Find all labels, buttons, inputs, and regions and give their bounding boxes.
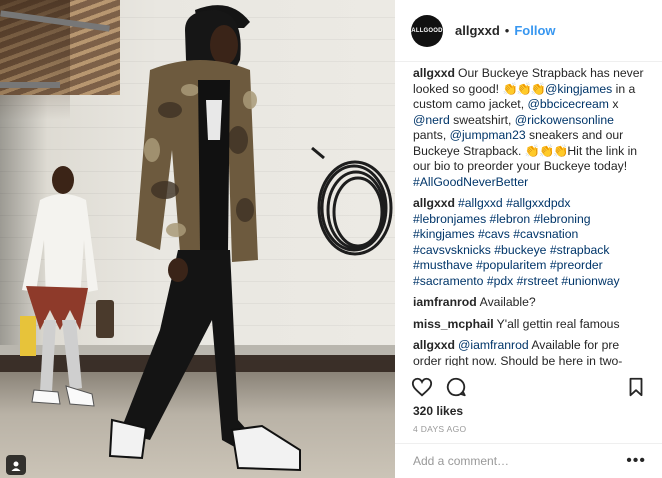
comment-item: iamfranrod Available? xyxy=(413,295,646,311)
tagged-people-icon[interactable] xyxy=(6,455,26,475)
more-options-icon[interactable]: ••• xyxy=(626,453,646,469)
person-tag-icon xyxy=(11,461,21,471)
comment-mention-or-hashtag[interactable]: @bbcicecream xyxy=(527,97,608,111)
clapping-emoji: 👏👏👏 xyxy=(502,81,546,96)
comment-item: miss_mcphail Y'all gettin real famous xyxy=(413,317,646,333)
comment-mention-or-hashtag[interactable]: #AllGoodNeverBetter xyxy=(413,175,528,189)
comment-mention-or-hashtag[interactable]: @kingjames xyxy=(545,82,612,96)
comment-username[interactable]: allgxxd xyxy=(413,66,455,80)
comment-icon[interactable] xyxy=(445,376,467,398)
comment-username[interactable]: miss_mcphail xyxy=(413,317,494,331)
clapping-emoji: 👏👏👏 xyxy=(524,143,569,158)
comment-username[interactable]: iamfranrod xyxy=(413,295,477,309)
bookmark-icon[interactable] xyxy=(625,376,647,398)
comment-mention-or-hashtag[interactable]: @jumpman23 xyxy=(450,128,526,142)
post-photo[interactable] xyxy=(0,0,395,478)
post-timestamp[interactable]: 4 DAYS AGO xyxy=(413,424,466,434)
comment-text: Y'all gettin real famous xyxy=(496,316,620,331)
like-count[interactable]: 320 likes xyxy=(413,404,463,418)
action-bar xyxy=(395,372,662,404)
follow-button[interactable]: Follow xyxy=(514,23,555,38)
comment-text: pants, xyxy=(413,128,450,142)
header-separator: • xyxy=(504,23,510,38)
photo-people xyxy=(22,5,301,472)
comment-username[interactable]: allgxxd xyxy=(413,196,455,210)
author-avatar[interactable]: ALLGOOD xyxy=(411,14,443,47)
comment-text: x xyxy=(608,97,619,111)
add-comment-bar: ••• xyxy=(395,443,662,478)
photo-person-background xyxy=(22,166,114,407)
comment-mention-or-hashtag[interactable]: @nerd xyxy=(413,113,450,127)
post-sidebar: ALLGOOD allgxxd • Follow allgxxd Our Buck… xyxy=(395,0,662,478)
comment-item: allgxxd Our Buckeye Strapback has never l… xyxy=(413,66,646,190)
comment-list: allgxxd Our Buckeye Strapback has never l… xyxy=(395,66,662,366)
heart-icon[interactable] xyxy=(411,376,433,398)
photo-person-main xyxy=(108,5,301,472)
comment-username[interactable]: allgxxd xyxy=(413,338,455,352)
post-header: ALLGOOD allgxxd • Follow xyxy=(395,0,662,62)
comment-item: allgxxd @iamfranrod Available for pre ord… xyxy=(413,338,646,366)
comment-mention-or-hashtag[interactable]: @iamfranrod xyxy=(458,338,529,352)
add-comment-input[interactable] xyxy=(413,454,627,468)
comment-mention-or-hashtag[interactable]: @rickowensonline xyxy=(515,113,614,127)
author-username[interactable]: allgxxd xyxy=(455,23,500,38)
comment-text: sweatshirt, xyxy=(449,112,515,127)
comment-text: Available? xyxy=(479,295,536,309)
comment-item: allgxxd #allgxxd #allgxxdpdx #lebronjames… xyxy=(413,196,646,289)
